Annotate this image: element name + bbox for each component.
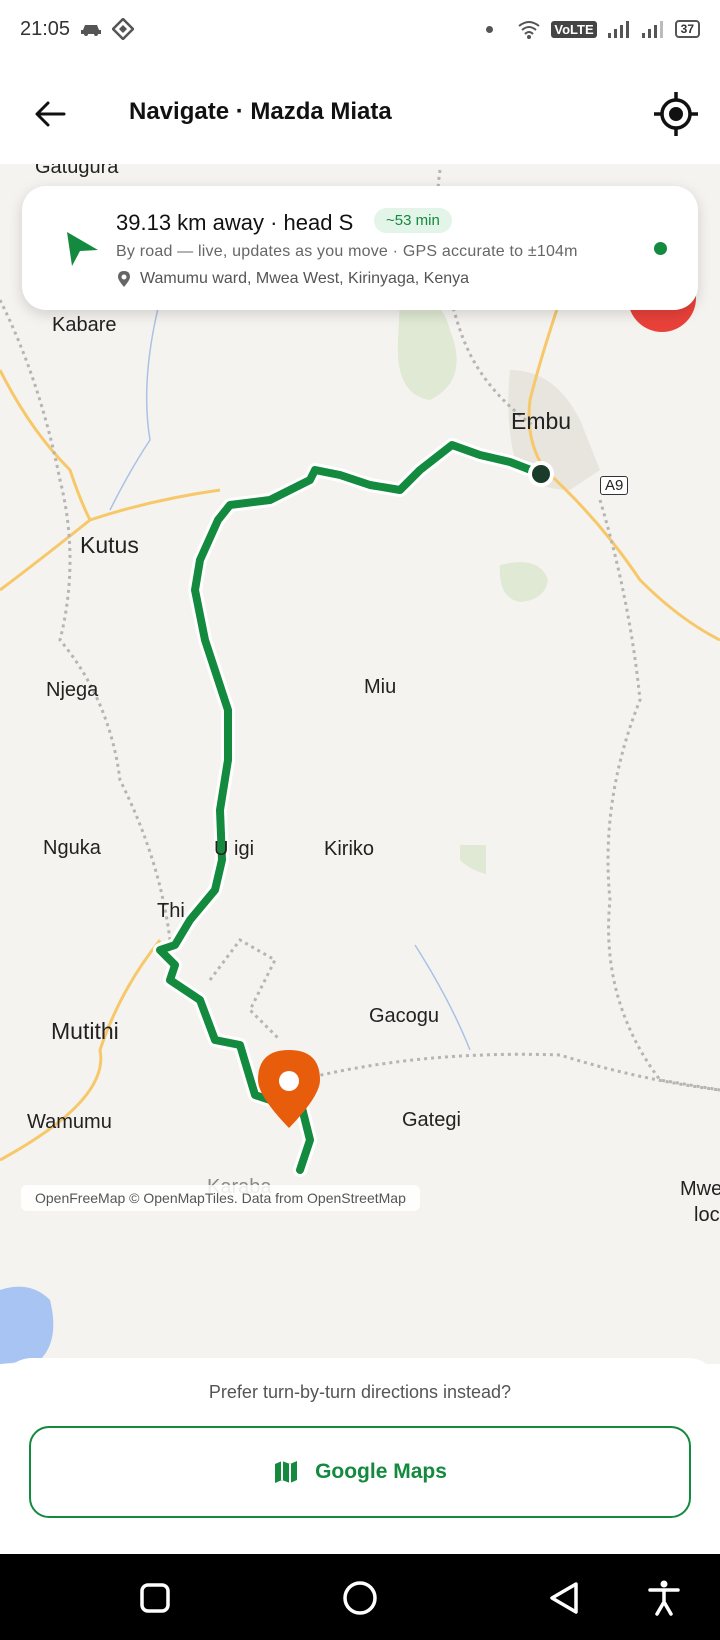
map-attribution[interactable]: OpenFreeMap © OpenMapTiles. Data from Op… [21, 1185, 420, 1211]
binance-icon [112, 18, 135, 40]
map-label-gategi: Gategi [402, 1109, 461, 1131]
home-circle-icon[interactable] [340, 1578, 380, 1618]
eta-badge: ~53 min [374, 208, 452, 233]
location-pin-icon [118, 271, 130, 287]
google-maps-button-label: Google Maps [315, 1460, 447, 1483]
map-water [0, 1286, 54, 1364]
map-label-a9: A9 [600, 476, 629, 495]
battery-icon: 37 [674, 20, 700, 38]
map-label-kiriko: Kiriko [324, 838, 375, 860]
app-bar: Navigate · Mazda Miata [0, 58, 720, 164]
map-label-kutus: Kutus [80, 532, 139, 558]
map-label-embu: Embu [511, 408, 572, 434]
route-line [156, 441, 540, 1174]
map-label-ugigi: U igi [214, 838, 255, 860]
map-river [109, 299, 161, 511]
map-label-njega: Njega [46, 679, 99, 701]
car-icon [81, 25, 102, 36]
signal-icon-2 [641, 21, 663, 38]
gps-status-line: By road — live, updates as you move · GP… [116, 243, 578, 260]
map-boundary-5 [208, 938, 282, 1042]
map-view[interactable]: Gatugura Kabare Embu A9 Kutus Njega Miu … [0, 164, 720, 1364]
map-label-gacogu: Gacogu [369, 1005, 440, 1027]
back-triangle-icon[interactable] [544, 1578, 584, 1618]
navigation-info-card: 39.13 km away · head S ~53 min By road —… [22, 186, 698, 310]
back-arrow-icon[interactable] [30, 94, 70, 134]
status-time: 21:05 [20, 17, 71, 40]
status-left: 21:05 [20, 17, 135, 41]
bottom-sheet: Prefer turn-by-turn directions instead? … [0, 1358, 720, 1554]
current-place: Wamumu ward, Mwea West, Kirinyaga, Kenya [116, 270, 469, 288]
status-right: VoLTE 37 [486, 19, 700, 39]
map-label-wamumu: Wamumu [27, 1111, 112, 1133]
google-maps-button[interactable]: Google Maps [29, 1426, 691, 1518]
map-label-thiba: Thi [157, 900, 185, 922]
destination-pin-hole [279, 1071, 299, 1091]
status-bar: 21:05 VoLTE 37 [0, 0, 720, 58]
map-canvas[interactable] [0, 164, 720, 1364]
current-place-text: Wamumu ward, Mwea West, Kirinyaga, Kenya [140, 270, 470, 287]
system-nav-bar [0, 1554, 720, 1640]
map-river-2 [414, 944, 471, 1051]
recents-square-icon[interactable] [135, 1578, 175, 1618]
live-status-dot [654, 242, 667, 255]
map-boundary-3 [299, 1052, 720, 1092]
map-road-kutus [89, 488, 221, 522]
wifi-icon [518, 21, 541, 39]
map-park-area-2 [499, 562, 548, 602]
volte-badge: VoLTE [551, 20, 597, 38]
distance-heading: 39.13 km away · head S [116, 210, 354, 235]
gps-crosshair-icon[interactable] [652, 90, 700, 138]
map-label-mwea2: loc [694, 1204, 720, 1226]
map-label-gatugura: Gatugura [35, 164, 119, 178]
map-boundary [598, 499, 720, 1092]
page-title: Navigate · Mazda Miata [129, 98, 392, 125]
directions-prompt: Prefer turn-by-turn directions instead? [208, 1382, 512, 1402]
map-label-nguka: Nguka [43, 837, 101, 859]
accessibility-icon[interactable] [644, 1578, 684, 1618]
map-label-mutithi: Mutithi [51, 1018, 119, 1044]
map-label-mwea1: Mwe [680, 1178, 720, 1200]
map-icon [275, 1461, 298, 1483]
map-road-west [0, 369, 92, 592]
navigation-arrow-icon [67, 232, 98, 266]
map-park-area-3 [460, 845, 486, 874]
map-label-kabare: Kabare [52, 314, 117, 336]
notification-dot-icon [486, 25, 494, 33]
current-location-dot-inner [532, 465, 550, 483]
map-park-area [397, 298, 457, 400]
signal-icon [607, 21, 629, 38]
map-label-miu: Miu [364, 676, 397, 698]
